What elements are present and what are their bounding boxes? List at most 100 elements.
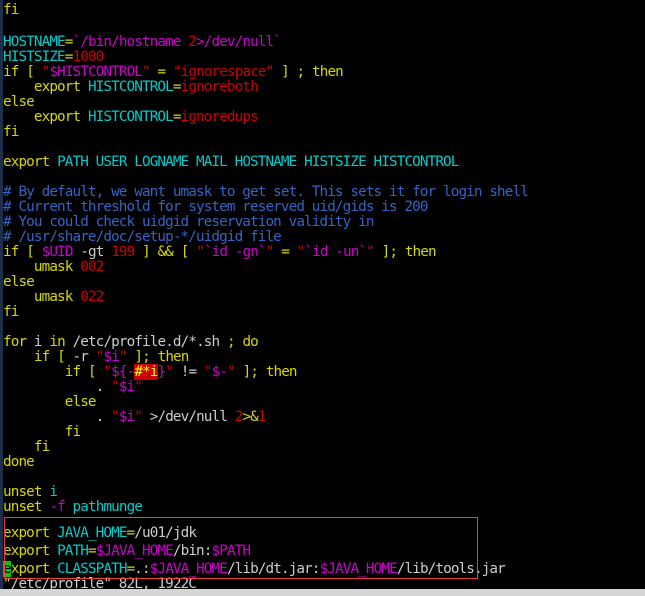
code-token: `id -un` xyxy=(304,244,367,260)
code-token: = xyxy=(172,109,182,125)
code-token: export xyxy=(3,543,50,559)
code-token: " xyxy=(134,379,143,395)
code-token: fi xyxy=(3,2,19,18)
code-token: -f xyxy=(49,499,65,515)
code-token: then xyxy=(312,64,344,80)
code-token: then xyxy=(404,244,437,260)
code-token: done xyxy=(3,454,35,470)
code-token: ignoredups xyxy=(180,109,259,125)
code-token: $JAVA_HOME xyxy=(319,561,398,577)
code-token: " xyxy=(111,379,120,395)
code-token: " xyxy=(134,409,143,425)
code-token: != xyxy=(180,364,197,380)
code-token: `id -gn` xyxy=(203,244,267,260)
code-token: umask xyxy=(33,259,73,275)
code-token: 002 xyxy=(80,259,104,275)
code-token: fi xyxy=(3,124,19,140)
code-token: HISTCONTROL xyxy=(87,109,174,125)
code-token: fi xyxy=(64,424,81,440)
code-line[interactable]: unset -f pathmunge xyxy=(3,497,143,517)
code-token: " xyxy=(196,244,205,260)
code-token: && xyxy=(157,244,174,260)
code-token: = xyxy=(87,543,97,559)
code-token: export xyxy=(3,525,50,541)
vim-editor-buffer[interactable]: fi HOSTNAME=`/bin/hostname 2>/dev/null` HI… xyxy=(3,0,645,592)
code-token: 2 xyxy=(188,34,197,50)
code-line[interactable]: fi xyxy=(3,302,19,322)
code-token: = xyxy=(172,79,182,95)
code-token: ; xyxy=(250,364,259,380)
code-token: do xyxy=(242,334,258,350)
code-token: ; xyxy=(389,244,398,260)
code-token: $i xyxy=(118,409,135,425)
code-token: " xyxy=(227,364,236,380)
code-token: /lib/tools.jar xyxy=(396,561,506,577)
code-token: $i xyxy=(118,379,135,395)
code-line[interactable]: export PATH USER LOGNAME MAIL HOSTNAME H… xyxy=(3,152,459,172)
code-token: 022 xyxy=(80,289,104,305)
code-token: then xyxy=(265,364,298,380)
code-token: = xyxy=(281,244,290,260)
code-token: export xyxy=(33,79,81,95)
code-token: " xyxy=(111,409,120,425)
code-token: umask xyxy=(33,289,73,305)
code-token: $JAVA_HOME xyxy=(95,543,174,559)
code-token: " xyxy=(165,364,174,380)
desktop-taskbar xyxy=(0,589,645,596)
code-token: /bin: xyxy=(172,543,212,559)
code-token: >/dev/null` xyxy=(196,34,282,50)
code-token: " xyxy=(203,364,213,380)
code-token: $PATH xyxy=(211,543,251,559)
code-token: /u01/jdk xyxy=(134,525,197,541)
code-token: >/dev/null xyxy=(149,409,228,425)
code-line[interactable]: fi xyxy=(3,0,19,20)
code-token: 1 xyxy=(257,409,267,425)
code-token: export xyxy=(33,109,81,125)
code-token: fi xyxy=(33,439,50,455)
code-token: ignoreboth xyxy=(180,79,259,95)
code-line[interactable]: export PATH=$JAVA_HOME/bin:$PATH xyxy=(3,541,251,561)
code-token: fi xyxy=(3,304,19,320)
code-token: PATH xyxy=(57,543,89,559)
code-token: ] xyxy=(281,64,290,80)
code-token: HISTCONTROL xyxy=(87,79,174,95)
code-token: 199 xyxy=(111,244,135,260)
code-line[interactable]: export HISTCONTROL=ignoreboth xyxy=(3,77,259,97)
code-token: export xyxy=(3,154,50,170)
code-token: JAVA_HOME xyxy=(57,525,127,541)
code-line[interactable]: export JAVA_HOME=/u01/jdk xyxy=(3,523,197,543)
code-token: unset xyxy=(3,499,42,515)
code-token: " xyxy=(366,244,375,260)
code-token: pathmunge xyxy=(72,499,143,515)
terminal-screen: fi HOSTNAME=`/bin/hostname 2>/dev/null` HI… xyxy=(0,0,645,596)
code-line[interactable]: done xyxy=(3,452,35,472)
code-token: ; xyxy=(226,334,236,350)
code-token: /lib/dt.jar: xyxy=(226,561,321,577)
code-token: ] xyxy=(142,244,151,260)
code-token: >& xyxy=(242,409,258,425)
code-line[interactable]: fi xyxy=(3,122,19,142)
code-line[interactable]: export HISTCONTROL=ignoredups xyxy=(3,107,259,127)
